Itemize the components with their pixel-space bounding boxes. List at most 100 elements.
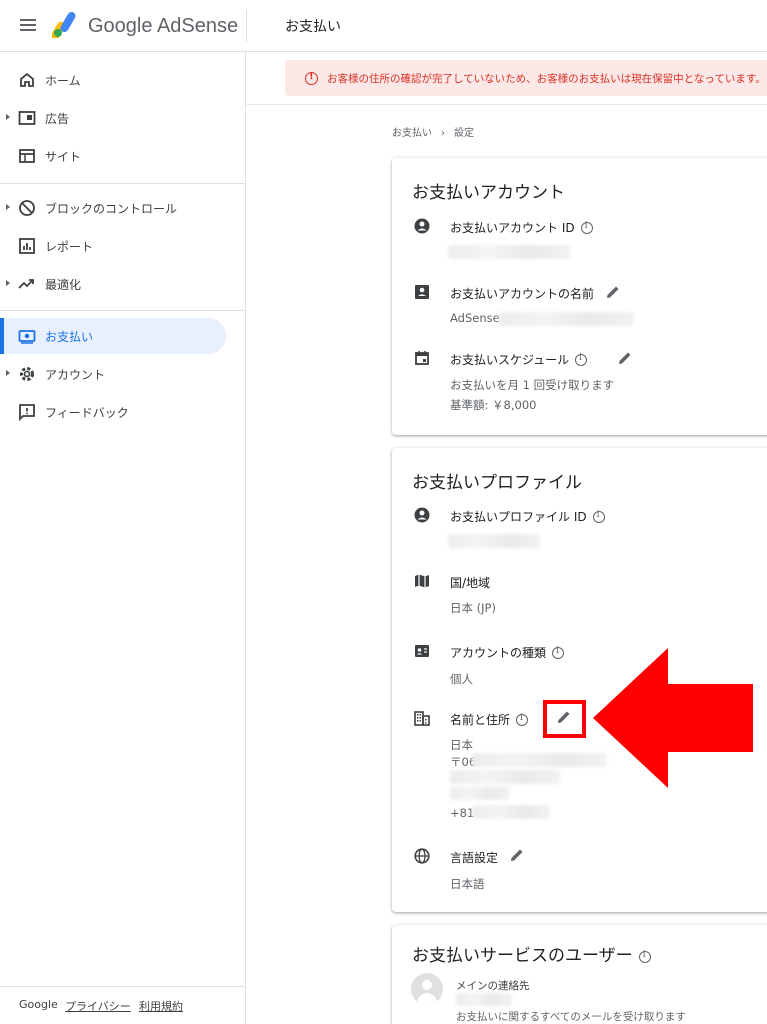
- sidebar-item-home[interactable]: ホーム: [0, 62, 240, 98]
- redacted-address-line: [450, 787, 510, 800]
- feedback-icon: [19, 404, 35, 421]
- country-value: 日本 (JP): [450, 601, 496, 615]
- divider: [0, 183, 246, 184]
- app-name: Google AdSense: [88, 15, 239, 37]
- sidebar-item-account[interactable]: アカウント: [0, 356, 240, 392]
- account-type-label: アカウントの種類: [450, 646, 547, 660]
- sidebar: ホーム 広告 サイト ブロックのコントロール レポート 最適化 お支払い アカウ…: [0, 52, 246, 1024]
- name-address-row: 名前と住所: [450, 711, 529, 728]
- main-contact-label: メインの連絡先: [456, 980, 530, 992]
- ads-icon: [18, 111, 36, 125]
- sidebar-item-label: サイト: [45, 150, 82, 164]
- card-title: お支払いアカウント: [412, 183, 565, 203]
- expand-arrow-icon[interactable]: [6, 204, 10, 210]
- divider: [246, 10, 247, 42]
- redacted-contact-name: [456, 993, 512, 1006]
- terms-link[interactable]: 利用規約: [139, 998, 183, 1014]
- expand-arrow-icon[interactable]: [6, 280, 10, 286]
- account-type-value: 個人: [450, 672, 473, 686]
- sidebar-item-sites[interactable]: サイト: [0, 138, 240, 174]
- privacy-link[interactable]: プライバシー: [65, 998, 131, 1014]
- account-id-row: お支払いアカウント ID: [450, 219, 593, 236]
- payments-account-card: お支払いアカウント お支払いアカウント ID お支払いアカウントの名前 AdSe…: [392, 158, 767, 435]
- sidebar-item-label: アカウント: [45, 368, 106, 382]
- report-icon: [19, 238, 35, 254]
- avatar: [411, 973, 443, 1005]
- sidebar-item-feedback[interactable]: フィードバック: [0, 394, 240, 430]
- account-id-label: お支払いアカウント ID: [450, 221, 575, 235]
- sidebar-item-label: ブロックのコントロール: [45, 202, 178, 216]
- sidebar-footer: Google プライバシー 利用規約: [0, 986, 246, 1024]
- profile-id-label: お支払いプロファイル ID: [450, 510, 587, 524]
- id-card-icon: [415, 645, 429, 657]
- language-label: 言語設定: [450, 851, 499, 865]
- redacted-account-name: [499, 312, 634, 326]
- sidebar-item-payments[interactable]: お支払い: [0, 318, 226, 354]
- annotation-arrow-icon: [593, 648, 753, 788]
- home-icon: [20, 72, 34, 87]
- country-label: 国/地域: [450, 576, 491, 590]
- redacted-account-id: [448, 245, 570, 259]
- info-icon[interactable]: [592, 510, 605, 523]
- payments-icon: [18, 330, 36, 344]
- business-icon: [414, 711, 430, 726]
- breadcrumb: お支払い › 設定: [392, 124, 474, 139]
- threshold-value: 基準額: ￥8,000: [450, 398, 537, 412]
- info-icon[interactable]: [638, 950, 651, 963]
- menu-icon[interactable]: [18, 16, 38, 36]
- schedule-row: お支払いスケジュール: [450, 351, 588, 368]
- language-value: 日本語: [450, 877, 485, 891]
- info-icon[interactable]: [552, 646, 565, 659]
- sidebar-item-label: お支払い: [45, 330, 94, 344]
- sidebar-item-reports[interactable]: レポート: [0, 228, 240, 264]
- gear-icon: [20, 367, 34, 381]
- edit-pencil-icon[interactable]: [509, 847, 525, 863]
- card-title: お支払いサービスのユーザー: [412, 946, 633, 966]
- account-circle-icon: [414, 507, 430, 523]
- redacted-phone: [472, 805, 550, 819]
- edit-pencil-icon[interactable]: [605, 284, 621, 300]
- verification-alert: お客様の住所の確認が完了していないため、お客様のお支払いは現在保留中となっていま…: [285, 60, 767, 96]
- sidebar-item-label: フィードバック: [45, 406, 129, 420]
- trending-icon: [18, 279, 34, 289]
- top-app-bar: Google AdSense お支払い: [0, 0, 767, 52]
- footer-brand: Google: [19, 998, 58, 1011]
- card-title: お支払いプロファイル: [412, 473, 582, 493]
- phone-number: +81: [450, 806, 475, 820]
- globe-icon: [414, 848, 430, 864]
- main-contact-description: お支払いに関するすべてのメールを受け取ります: [456, 1011, 686, 1023]
- map-icon: [415, 574, 429, 588]
- account-name-value: AdSense: [450, 311, 500, 325]
- sidebar-item-label: 広告: [45, 112, 70, 126]
- expand-arrow-icon[interactable]: [6, 114, 10, 120]
- sidebar-item-ads[interactable]: 広告: [0, 100, 240, 136]
- profile-id-row: お支払いプロファイル ID: [450, 508, 605, 525]
- edit-pencil-icon[interactable]: [617, 350, 633, 366]
- block-icon: [19, 200, 35, 216]
- expand-arrow-icon[interactable]: [6, 370, 10, 376]
- schedule-label: お支払いスケジュール: [450, 353, 570, 367]
- address-country: 日本: [450, 738, 473, 752]
- name-address-label: 名前と住所: [450, 713, 511, 727]
- info-icon[interactable]: [516, 713, 529, 726]
- divider: [0, 310, 246, 311]
- sidebar-item-optimization[interactable]: 最適化: [0, 266, 240, 302]
- schedule-value: お支払いを月 1 回受け取ります: [450, 378, 615, 392]
- sidebar-item-label: レポート: [45, 240, 94, 254]
- contact-card-icon: [415, 285, 429, 299]
- users-title-row: お支払いサービスのユーザー: [412, 941, 651, 966]
- redacted-address-line: [450, 770, 560, 784]
- sidebar-item-label: ホーム: [45, 74, 81, 88]
- annotation-highlight-box: [543, 700, 586, 738]
- redacted-postal-code: [472, 753, 607, 767]
- breadcrumb-item-payments[interactable]: お支払い: [392, 128, 432, 139]
- account-name-label: お支払いアカウントの名前: [450, 287, 595, 301]
- adsense-logo-icon: [52, 12, 76, 38]
- info-icon[interactable]: [575, 353, 588, 366]
- calendar-icon: [415, 351, 429, 365]
- sidebar-item-block-controls[interactable]: ブロックのコントロール: [0, 190, 240, 226]
- alert-text: お客様の住所の確認が完了していないため、お客様のお支払いは現在保留中となっていま…: [327, 73, 766, 85]
- divider: [246, 104, 767, 105]
- info-icon[interactable]: [580, 221, 593, 234]
- page-title: お支払い: [285, 19, 341, 35]
